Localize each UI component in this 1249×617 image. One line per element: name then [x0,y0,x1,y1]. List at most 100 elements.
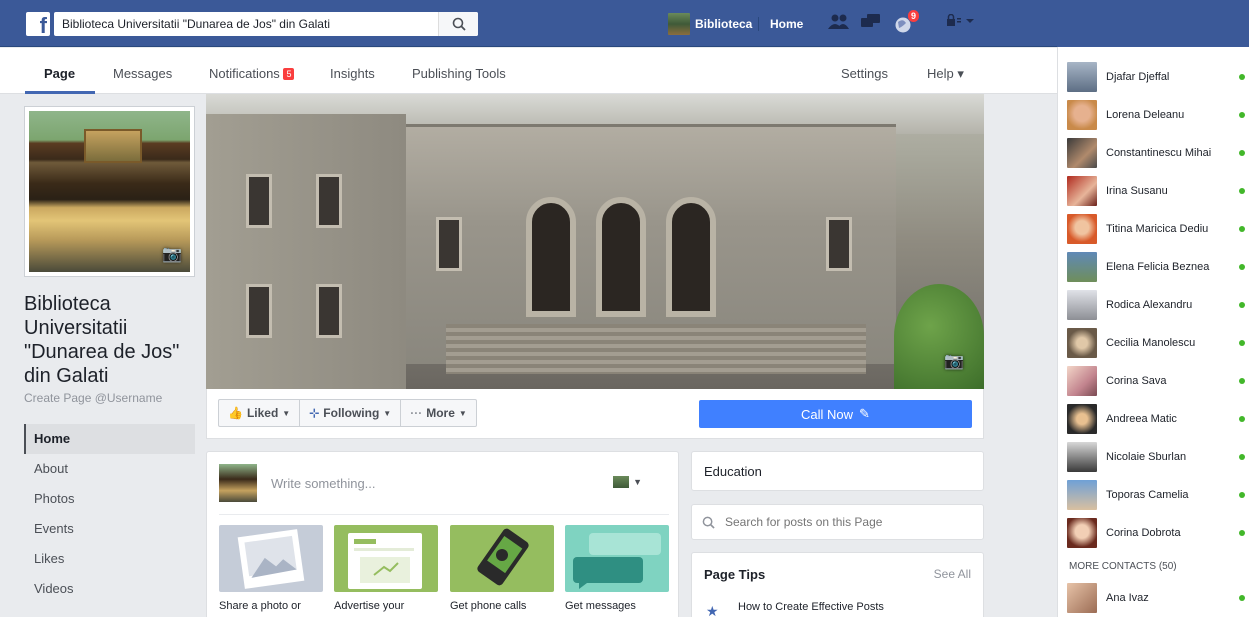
advertise-illustration-icon [348,533,422,589]
chat-contact[interactable]: Ana Ivaz [1067,582,1245,614]
contact-name: Nicolaie Sburlan [1106,451,1187,463]
more-label: More [426,406,455,420]
online-indicator [1239,378,1245,384]
chat-contact[interactable]: Corina Dobrota [1067,517,1245,549]
liked-button[interactable]: 👍 Liked ▼ [219,400,301,426]
contact-name: Andreea Matic [1106,413,1177,425]
nav-profile-link[interactable]: Biblioteca [668,13,752,35]
search-input[interactable] [54,12,438,36]
chat-contact[interactable]: Rodica Alexandru [1067,289,1245,321]
left-nav-home[interactable]: Home [24,424,195,454]
composer-avatar [219,464,257,502]
profile-thumbnail [668,13,690,35]
left-nav-about[interactable]: About [24,454,195,484]
chat-contact[interactable]: Constantinescu Mihai [1067,137,1245,169]
education-card[interactable]: Education [691,451,984,491]
cover-photo[interactable]: 📷 [206,94,984,389]
share-photo-label: Share a photo or [219,600,301,612]
contact-name: Ana Ivaz [1106,592,1149,604]
page-left-nav: Home About Photos Events Likes Videos [24,424,195,604]
chat-contact[interactable]: Djafar Djeffal [1067,61,1245,93]
active-tab-underline [25,91,95,94]
avatar [1067,176,1097,206]
left-nav-likes[interactable]: Likes [24,544,195,574]
avatar [1067,290,1097,320]
camera-icon[interactable]: 📷 [162,244,182,264]
post-as-selector[interactable]: ▼ [613,476,642,488]
online-indicator [1239,492,1245,498]
page-title: Biblioteca Universitatii "Dunarea de Jos… [24,293,180,387]
avatar [1067,404,1097,434]
contact-name: Djafar Djeffal [1106,71,1170,83]
search-button[interactable] [438,12,478,36]
share-photo-tile[interactable] [219,525,323,592]
cover-window [316,174,342,228]
tab-page[interactable]: Page [44,66,75,81]
chat-contact[interactable]: Andreea Matic [1067,403,1245,435]
page-tip-link[interactable]: How to Create Effective Posts [738,601,884,613]
chat-contact[interactable]: Elena Felicia Beznea [1067,251,1245,283]
tab-publishing-tools[interactable]: Publishing Tools [412,66,506,81]
chat-contact[interactable]: Corina Sava [1067,365,1245,397]
following-button[interactable]: ⊹ Following ▼ [300,400,402,426]
avatar [1067,62,1097,92]
notifications-badge: 5 [283,68,295,80]
tab-messages[interactable]: Messages [113,66,172,81]
online-indicator [1239,112,1245,118]
liked-label: Liked [246,406,279,420]
post-composer: Write something... ▼ Share a photo or Ad… [206,451,679,617]
online-indicator [1239,302,1245,308]
more-button[interactable]: ··· More ▼ [401,400,476,426]
tab-insights[interactable]: Insights [330,66,375,81]
cover-window [316,284,342,338]
cover-left-wing [206,114,406,389]
cover-arch [596,197,646,317]
following-label: Following [323,406,380,420]
call-now-label: Call Now [801,406,854,422]
chat-contact[interactable]: Cecilia Manolescu [1067,327,1245,359]
friend-requests-icon[interactable] [828,14,850,34]
avatar [1067,100,1097,130]
chat-contact[interactable]: Titina Maricica Dediu [1067,213,1245,245]
see-all-link[interactable]: See All [934,567,971,581]
chat-contact[interactable]: Toporas Camelia [1067,479,1245,511]
search-posts-input[interactable] [725,515,965,529]
composer-input[interactable]: Write something... [271,476,376,491]
chat-contact[interactable]: Nicolaie Sburlan [1067,441,1245,473]
left-nav-photos[interactable]: Photos [24,484,195,514]
account-menu-icon[interactable] [944,13,976,34]
search-posts-box [691,504,984,540]
chat-contact[interactable]: Irina Susanu [1067,175,1245,207]
online-indicator [1239,530,1245,536]
advertise-tile[interactable] [334,525,438,592]
messages-icon[interactable] [860,14,882,34]
create-username-link[interactable]: Create Page @Username [24,391,162,405]
phone-calls-tile[interactable] [450,525,554,592]
avatar [1067,518,1097,548]
facebook-logo-icon[interactable]: f [26,12,50,36]
tab-help[interactable]: Help ▾ [927,66,964,82]
get-messages-tile[interactable] [565,525,669,592]
chevron-down-icon: ▼ [633,477,642,487]
online-indicator [1239,416,1245,422]
page-actions-group: 👍 Liked ▼ ⊹ Following ▼ ··· More ▼ [218,399,477,427]
page-profile-picture[interactable]: 📷 [24,106,195,277]
composer-divider [219,514,669,515]
tab-notifications[interactable]: Notifications 5 [209,66,295,81]
cover-camera-icon[interactable]: 📷 [944,351,964,371]
tab-settings[interactable]: Settings [841,66,888,81]
cover-arch [526,197,576,317]
left-nav-videos[interactable]: Videos [24,574,195,604]
cover-arch [666,197,716,317]
online-indicator [1239,454,1245,460]
call-now-button[interactable]: Call Now ✎ [699,400,972,428]
page-subnav: Page Messages Notifications 5 Insights P… [0,48,1057,94]
left-nav-events[interactable]: Events [24,514,195,544]
notifications-count-badge: 9 [908,10,920,22]
contact-name: Lorena Deleanu [1106,109,1185,121]
search-box [54,12,478,36]
nav-home-link[interactable]: Home [770,17,803,31]
chat-contact[interactable]: Lorena Deleanu [1067,99,1245,131]
chevron-down-icon: ▼ [282,408,291,418]
cover-window [826,217,852,271]
